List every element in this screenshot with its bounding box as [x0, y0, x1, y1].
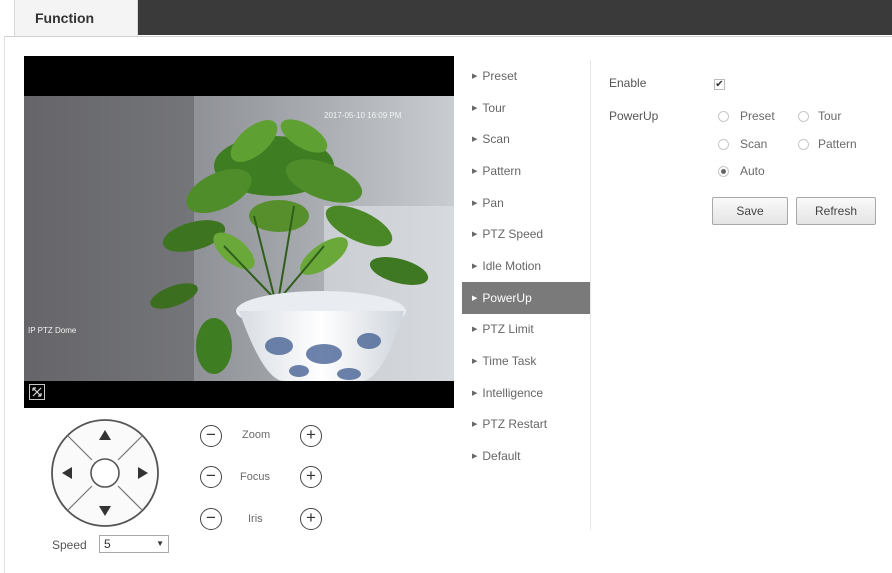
option-auto-label: Auto: [740, 164, 765, 178]
option-pattern-label: Pattern: [818, 137, 857, 151]
top-bar-background: [138, 0, 892, 35]
plant-scene-image: [24, 96, 454, 381]
menu-item-label: PTZ Limit: [482, 322, 534, 337]
focus-in-button[interactable]: +: [300, 466, 322, 488]
top-bar: Function: [0, 0, 892, 38]
speed-value: 5: [104, 537, 111, 551]
option-scan-label: Scan: [740, 137, 768, 151]
menu-item-label: Scan: [482, 132, 510, 147]
chevron-right-icon: ▶: [472, 199, 478, 207]
fullscreen-icon: [32, 387, 42, 397]
speed-select[interactable]: 5 ▼: [99, 535, 169, 553]
menu-item-label: Time Task: [482, 354, 537, 369]
menu-item-label: PowerUp: [482, 290, 532, 305]
video-channel-name: IP PTZ Dome: [28, 326, 77, 335]
menu-item-ptz-restart[interactable]: ▶ PTZ Restart: [462, 409, 590, 441]
menu-item-label: Pattern: [482, 163, 522, 178]
menu-item-idle-motion[interactable]: ▶ Idle Motion: [462, 250, 590, 282]
chevron-right-icon: ▶: [472, 136, 478, 144]
menu-item-label: Intelligence: [482, 385, 544, 400]
menu-item-default[interactable]: ▶ Default: [462, 440, 590, 472]
speed-label: Speed: [52, 538, 87, 552]
chevron-right-icon: ▶: [472, 453, 478, 461]
radio-tour[interactable]: [798, 111, 809, 122]
menu-item-label: PTZ Restart: [482, 417, 548, 432]
menu-item-label: PTZ Speed: [482, 227, 544, 242]
menu-item-scan[interactable]: ▶ Scan: [462, 123, 590, 155]
menu-item-tour[interactable]: ▶ Tour: [462, 92, 590, 124]
menu-item-pattern[interactable]: ▶ Pattern: [462, 155, 590, 187]
menu-item-powerup[interactable]: ▶ PowerUp: [462, 281, 590, 314]
menu-item-label: Idle Motion: [482, 258, 542, 273]
iris-label: Iris: [248, 513, 263, 525]
chevron-right-icon: ▶: [472, 104, 478, 112]
zoom-label: Zoom: [242, 429, 271, 441]
video-scene: [24, 96, 454, 381]
chevron-down-icon: ▼: [156, 539, 164, 548]
chevron-right-icon: ▶: [472, 294, 478, 302]
menu-item-label: Pan: [482, 195, 504, 210]
radio-scan[interactable]: [718, 139, 729, 150]
iris-open-button[interactable]: +: [300, 508, 322, 530]
refresh-button[interactable]: Refresh: [796, 197, 876, 225]
menu-item-label: Tour: [482, 100, 506, 115]
menu-item-ptz-limit[interactable]: ▶ PTZ Limit: [462, 314, 590, 346]
option-tour-label: Tour: [818, 109, 842, 123]
live-video: 2017-05-10 16:09 PM IP PTZ Dome: [24, 56, 454, 408]
video-timestamp: 2017-05-10 16:09 PM: [324, 111, 402, 120]
tab-function[interactable]: Function: [14, 0, 138, 36]
menu-divider: [590, 60, 591, 530]
focus-label: Focus: [240, 471, 270, 483]
enable-checkbox[interactable]: ✔: [714, 79, 725, 90]
fullscreen-button[interactable]: [29, 384, 45, 400]
zoom-in-button[interactable]: +: [300, 425, 322, 447]
menu-item-intelligence[interactable]: ▶ Intelligence: [462, 377, 590, 409]
menu-item-time-task[interactable]: ▶ Time Task: [462, 345, 590, 377]
option-preset-label: Preset: [740, 109, 775, 123]
direction-pad-icon: [51, 419, 159, 527]
menu-item-label: Preset: [482, 68, 518, 83]
chevron-right-icon: ▶: [472, 262, 478, 270]
enable-label: Enable: [609, 76, 647, 90]
save-button[interactable]: Save: [712, 197, 788, 225]
chevron-right-icon: ▶: [472, 421, 478, 429]
iris-close-button[interactable]: −: [200, 508, 222, 530]
menu-item-pan[interactable]: ▶ Pan: [462, 187, 590, 219]
focus-out-button[interactable]: −: [200, 466, 222, 488]
zoom-out-button[interactable]: −: [200, 425, 222, 447]
radio-preset[interactable]: [718, 111, 729, 122]
radio-pattern[interactable]: [798, 139, 809, 150]
chevron-right-icon: ▶: [472, 72, 478, 80]
powerup-label: PowerUp: [609, 109, 659, 123]
chevron-right-icon: ▶: [472, 326, 478, 334]
chevron-right-icon: ▶: [472, 231, 478, 239]
menu-item-ptz-speed[interactable]: ▶ PTZ Speed: [462, 218, 590, 250]
chevron-right-icon: ▶: [472, 358, 478, 366]
ptz-direction-pad[interactable]: [50, 418, 160, 528]
chevron-right-icon: ▶: [472, 389, 478, 397]
menu-item-preset[interactable]: ▶ Preset: [462, 60, 590, 92]
radio-auto[interactable]: [718, 166, 729, 177]
menu-item-label: Default: [482, 449, 521, 464]
chevron-right-icon: ▶: [472, 167, 478, 175]
ptz-function-menu: ▶ Preset ▶ Tour ▶ Scan ▶ Pattern ▶ Pan ▶ PTZ Speed ▶…: [462, 60, 590, 472]
